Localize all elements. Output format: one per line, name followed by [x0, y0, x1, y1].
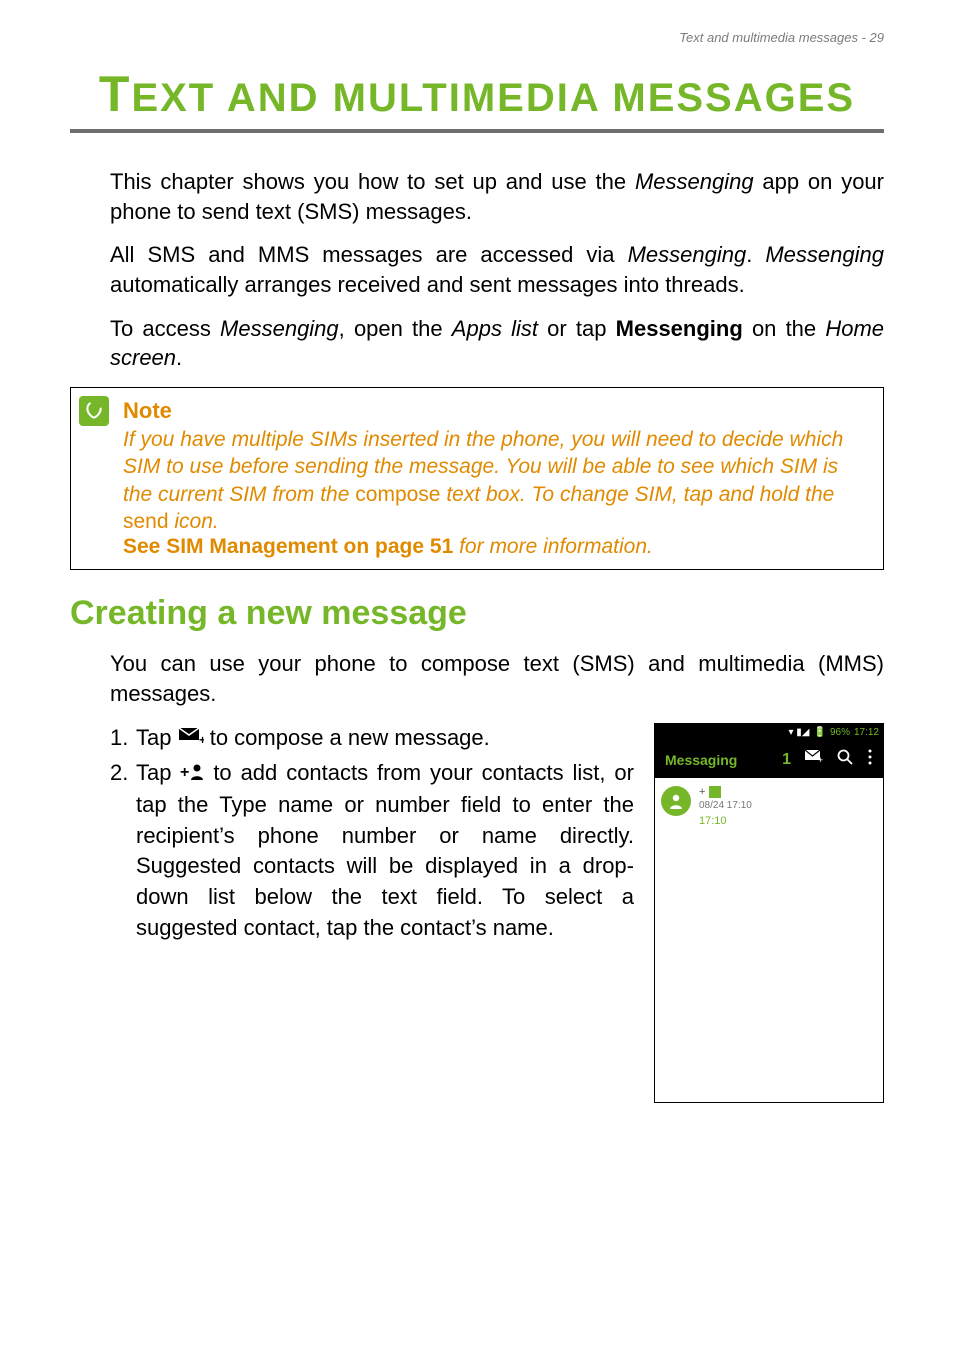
compose-icon[interactable]: + — [805, 750, 823, 769]
text: to compose a new message. — [210, 725, 490, 750]
step-1: 1. Tap + to compose a new message. — [110, 723, 634, 755]
avatar — [661, 786, 691, 816]
add-contact-icon: + — [180, 759, 204, 790]
text: This chapter shows you how to set up and… — [110, 169, 635, 194]
text: Tap — [136, 725, 178, 750]
text: automatically arranges received and sent… — [110, 272, 745, 297]
sim-indicator[interactable]: 1 — [782, 751, 791, 769]
text: icon. — [169, 510, 219, 533]
conversation-date: 08/24 17:10 — [699, 800, 752, 811]
apps-list: Apps list — [452, 316, 538, 341]
compose-word: compose — [355, 483, 440, 506]
crossref-link[interactable]: See SIM Management on page 51 — [123, 535, 453, 558]
messenging-bold: Messenging — [616, 316, 743, 341]
person-icon — [667, 792, 685, 810]
app-name: Messenging — [635, 169, 754, 194]
section-heading: Creating a new message — [70, 594, 884, 633]
body-block: This chapter shows you how to set up and… — [70, 167, 884, 373]
conversation-header: + — [699, 786, 752, 798]
text: All SMS and MMS messages are accessed vi… — [110, 242, 628, 267]
text: Tap — [136, 760, 180, 785]
step-number: 2. — [110, 758, 128, 789]
chapter-title: TEXT AND MULTIMEDIA MESSAGES — [70, 65, 884, 133]
overflow-menu-icon[interactable] — [867, 749, 873, 770]
crossref-tail: for more information. — [453, 535, 653, 558]
topbar-actions: 1 + — [782, 749, 873, 770]
text: or tap — [538, 316, 616, 341]
text: To access — [110, 316, 220, 341]
note-crossref[interactable]: See SIM Management on page 51 for more i… — [123, 535, 869, 559]
running-header: Text and multimedia messages - 29 — [70, 30, 884, 45]
compose-message-icon: + — [178, 723, 204, 754]
note-label: Note — [123, 398, 869, 424]
note-box: Note If you have multiple SIMs inserted … — [70, 387, 884, 570]
app-name: Messenging — [628, 242, 747, 267]
steps-column: 1. Tap + to compose a new message. 2. Ta… — [70, 723, 634, 1103]
app-name: Messenging — [765, 242, 884, 267]
status-signal-icon: ▾ ▮◢ — [789, 727, 810, 738]
section-intro: You can use your phone to compose text (… — [110, 649, 884, 708]
svg-text:+: + — [180, 764, 189, 781]
svg-text:+: + — [199, 733, 204, 745]
conversation-meta: + 08/24 17:10 17:10 — [699, 786, 752, 827]
intro-paragraph-3: To access Messenging, open the Apps list… — [110, 314, 884, 373]
step-list: 1. Tap + to compose a new message. 2. Ta… — [70, 723, 634, 944]
status-battery-percent: 96% — [830, 727, 850, 738]
page: Text and multimedia messages - 29 TEXT A… — [0, 0, 954, 1352]
text: on the — [743, 316, 826, 341]
app-top-bar: Messaging 1 + — [655, 742, 883, 778]
intro-paragraph-1: This chapter shows you how to set up and… — [110, 167, 884, 226]
step-2: 2. Tap + to add contacts from your conta… — [110, 758, 634, 944]
intro-paragraph-2: All SMS and MMS messages are accessed vi… — [110, 240, 884, 299]
chapter-title-firstchar: T — [99, 66, 132, 122]
note-body: If you have multiple SIMs inserted in th… — [123, 426, 869, 535]
send-word: send — [123, 510, 169, 533]
two-column-layout: 1. Tap + to compose a new message. 2. Ta… — [70, 723, 884, 1103]
message-list[interactable]: + 08/24 17:10 17:10 — [655, 778, 883, 1102]
app-title: Messaging — [665, 752, 737, 768]
note-icon — [79, 396, 109, 426]
type-name-or-number: Type name or number — [219, 792, 450, 817]
conversation-preview: 17:10 — [699, 815, 752, 827]
text: . — [176, 345, 182, 370]
text: text box. To change SIM, tap and hold th… — [440, 483, 834, 506]
text: . — [746, 242, 765, 267]
search-icon[interactable] — [837, 749, 853, 770]
sim-badge-icon — [709, 786, 721, 798]
pencil-clip-icon — [84, 401, 104, 421]
step-number: 1. — [110, 723, 128, 754]
section-body: You can use your phone to compose text (… — [70, 649, 884, 708]
status-bar: ▾ ▮◢ 🔋 96% 17:12 — [655, 724, 883, 742]
plus-indicator: + — [699, 786, 705, 798]
status-time: 17:12 — [854, 727, 879, 738]
chapter-title-rest: EXT AND MULTIMEDIA MESSAGES — [131, 76, 855, 120]
text: , open the — [339, 316, 452, 341]
conversation-row[interactable]: + 08/24 17:10 17:10 — [661, 786, 877, 827]
svg-text:+: + — [818, 755, 823, 764]
phone-screenshot: ▾ ▮◢ 🔋 96% 17:12 Messaging 1 + — [654, 723, 884, 1103]
app-name: Messenging — [220, 316, 339, 341]
status-battery-icon: 🔋 — [814, 727, 826, 738]
